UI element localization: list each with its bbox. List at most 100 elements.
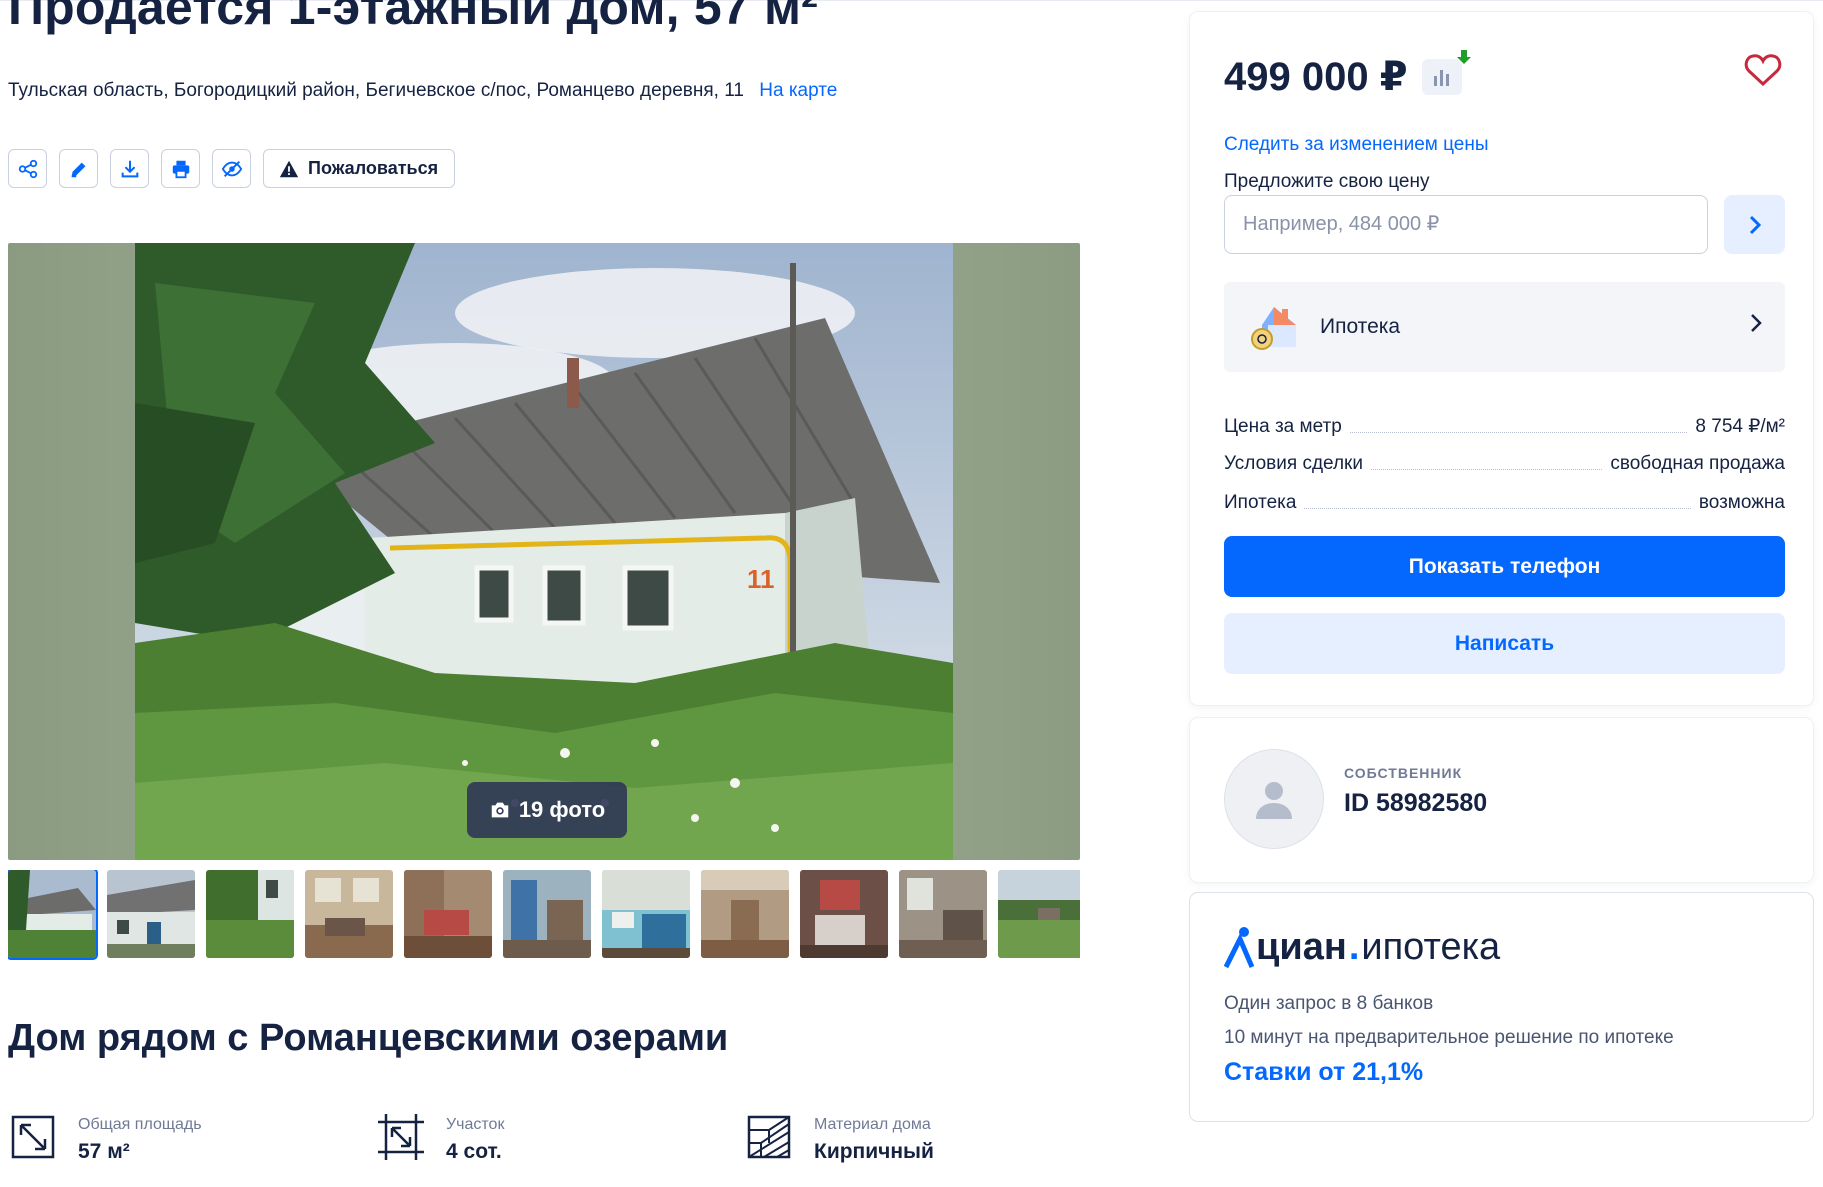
share-button[interactable] <box>8 149 47 188</box>
description-title: Дом рядом с Романцевскими озерами <box>8 1017 729 1059</box>
plot-icon <box>378 1114 424 1160</box>
detail-row-deal-terms: Условия сделки свободная продажа <box>1224 453 1785 475</box>
write-message-button[interactable]: Написать <box>1224 613 1785 674</box>
photo-count-button[interactable]: 19 фото <box>467 782 627 838</box>
feature-value: 57 м² <box>78 1140 130 1163</box>
thumbnail-house-side[interactable] <box>107 870 195 958</box>
detail-value: возможна <box>1698 492 1785 513</box>
chevron-right-icon <box>1751 314 1762 332</box>
thumbnail-yard[interactable] <box>206 870 294 958</box>
owner-role: СОБСТВЕННИК <box>1344 765 1463 781</box>
promo-line-2: 10 минут на предварительное решение по и… <box>1224 1027 1674 1048</box>
features-row: Общая площадь 57 м² Участок 4 сот. Матер… <box>8 1112 934 1164</box>
edit-button[interactable] <box>59 149 98 188</box>
price: 499 000 ₽ <box>1224 55 1408 99</box>
thumbnail-image <box>602 870 690 958</box>
cian-ipoteka-logo: циан. ипотека <box>1224 925 1500 969</box>
dotted-leader <box>1304 508 1691 509</box>
thumbnail-room-3[interactable] <box>800 870 888 958</box>
area-icon <box>11 1115 55 1159</box>
map-link[interactable]: На карте <box>759 80 837 101</box>
thumbnail-hallway[interactable] <box>701 870 789 958</box>
offer-label: Предложите свою цену <box>1224 171 1430 192</box>
detail-row-price-per-meter: Цена за метр 8 754 ₽/м² <box>1224 415 1785 438</box>
house-coin-icon <box>1251 307 1296 350</box>
price-down-icon <box>1456 50 1471 64</box>
detail-key: Цена за метр <box>1224 416 1342 437</box>
brand-dot: . <box>1348 926 1360 968</box>
mortgage-label: Ипотека <box>1320 315 1401 338</box>
thumbnail-room-1[interactable] <box>305 870 393 958</box>
download-button[interactable] <box>110 149 149 188</box>
avatar <box>1224 749 1324 849</box>
download-icon <box>121 160 138 177</box>
owner-id[interactable]: ID 58982580 <box>1344 789 1487 818</box>
feature-total-area: Общая площадь 57 м² <box>8 1112 376 1164</box>
thumbnail-image <box>701 870 789 958</box>
price-history-button[interactable] <box>1421 50 1471 95</box>
detail-key: Условия сделки <box>1224 453 1363 474</box>
watch-price-link[interactable]: Следить за изменением цены <box>1224 134 1489 156</box>
price-row: 499 000 ₽ <box>1224 50 1471 100</box>
thumbnail-kitchen-1[interactable] <box>503 870 591 958</box>
thumbnail-image <box>503 870 591 958</box>
feature-label: Материал дома <box>814 1116 931 1133</box>
detail-value: 8 754 ₽/м² <box>1695 416 1785 437</box>
photo-count-label: 19 фото <box>518 797 606 822</box>
dotted-leader <box>1349 432 1688 433</box>
bar-chart-icon <box>1433 70 1449 86</box>
chevron-right-icon <box>1749 215 1761 234</box>
svg-text:11: 11 <box>747 564 775 594</box>
complain-label: Пожаловаться <box>308 158 439 178</box>
price-card: 499 000 ₽ Следить за изменением цены Пре… <box>1190 12 1813 705</box>
offer-submit-button[interactable] <box>1724 195 1785 254</box>
thumbnail-image <box>899 870 987 958</box>
thumbnail-house-front[interactable] <box>8 870 98 960</box>
address: Тульская область, Богородицкий район, Бе… <box>8 80 837 102</box>
thumbnail-image <box>404 870 492 958</box>
cian-ipoteka-promo[interactable]: циан. ипотека Один запрос в 8 банков 10 м… <box>1190 893 1813 1121</box>
print-button[interactable] <box>161 149 200 188</box>
thumbnail-image <box>305 870 393 958</box>
brand-suffix: ипотека <box>1361 926 1501 968</box>
thumbnail-image <box>107 870 195 958</box>
dotted-leader <box>1370 469 1603 470</box>
cian-logo-icon <box>1224 927 1254 969</box>
complain-button[interactable]: Пожаловаться <box>263 149 456 188</box>
listing-toolbar: Пожаловаться <box>8 149 456 188</box>
thumbnail-image <box>206 870 294 958</box>
feature-plot: Участок 4 сот. <box>376 1112 744 1164</box>
promo-line-1: Один запрос в 8 банков <box>1224 993 1434 1014</box>
thumbnail-kitchen-2[interactable] <box>602 870 690 958</box>
main-photo[interactable]: 11 <box>135 243 953 860</box>
print-icon <box>172 160 189 178</box>
mortgage-row[interactable]: Ипотека <box>1224 282 1785 372</box>
thumbnail-room-4[interactable] <box>899 870 987 958</box>
offer-price-input[interactable] <box>1224 195 1708 254</box>
warning-icon <box>279 160 299 177</box>
camera-icon <box>491 802 509 818</box>
thumbnail-room-2[interactable] <box>404 870 492 958</box>
thumbnail-image <box>8 870 96 958</box>
feature-label: Общая площадь <box>78 1116 202 1133</box>
favorite-heart-icon[interactable] <box>1743 50 1783 90</box>
hide-icon <box>221 160 242 177</box>
thumbnail-garden[interactable] <box>998 870 1080 958</box>
show-phone-button[interactable]: Показать телефон <box>1224 536 1785 597</box>
feature-value: Кирпичный <box>814 1140 934 1163</box>
thumbnail-image <box>998 870 1080 958</box>
share-icon <box>18 159 37 178</box>
owner-card: СОБСТВЕННИК ID 58982580 <box>1190 718 1813 882</box>
feature-label: Участок <box>446 1116 505 1133</box>
user-icon <box>1256 782 1292 819</box>
brand-name: циан <box>1256 926 1347 968</box>
address-text: Тульская область, Богородицкий район, Бе… <box>8 80 744 101</box>
photo-gallery[interactable]: 11 19 фото <box>8 243 1080 860</box>
thumbnail-strip <box>8 870 1080 960</box>
detail-value: свободная продажа <box>1610 453 1785 474</box>
detail-row-mortgage: Ипотека возможна <box>1224 492 1785 514</box>
promo-rates-link[interactable]: Ставки от 21,1% <box>1224 1058 1423 1087</box>
detail-key: Ипотека <box>1224 492 1297 513</box>
brick-icon <box>747 1115 791 1159</box>
hide-button[interactable] <box>212 149 251 188</box>
